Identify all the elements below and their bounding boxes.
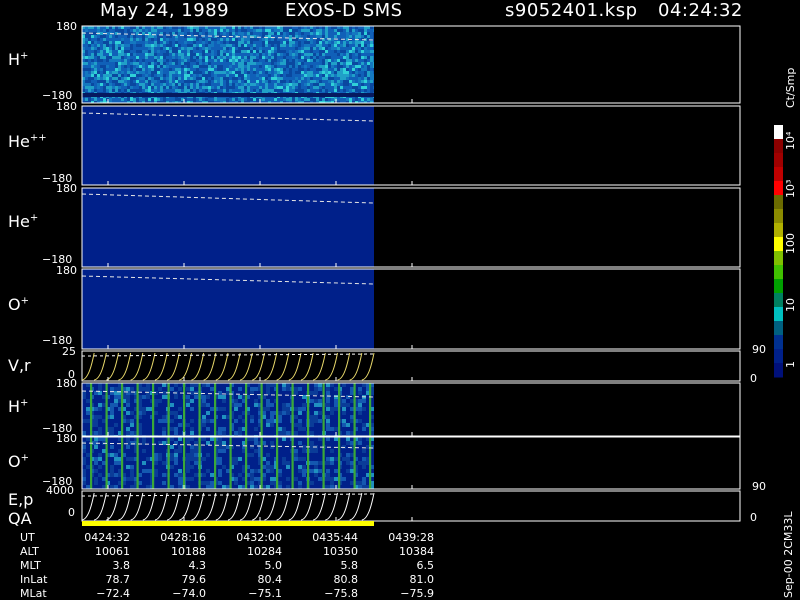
heatmap-cells-panel-3	[82, 188, 374, 267]
panel-1-dark-band	[82, 93, 374, 97]
ephem-alt-col-1: 10061	[95, 545, 130, 558]
colorbar-segment-9	[774, 237, 783, 252]
colorbar-segment-14	[774, 307, 783, 322]
ephem-ut-col-5: 0439:28	[388, 531, 434, 544]
sweep-curves-panel-5	[81, 352, 375, 381]
colorbar-segment-15	[774, 321, 783, 336]
ephem-ut-col-2: 0428:16	[160, 531, 206, 544]
colorbar-segment-12	[774, 279, 783, 294]
ephem-ut-col-3: 0432:00	[236, 531, 282, 544]
colorbar-segment-17	[774, 349, 783, 364]
tick-p8-top: 4000	[46, 484, 74, 497]
heatmap-cells-panel-2	[82, 106, 374, 185]
ephem-mlat-col-5: −75.9	[400, 587, 434, 600]
ephem-inlat-col-1: 78.7	[105, 573, 131, 586]
colorbar-label-1: 1	[784, 361, 797, 368]
right-tick-p8-bottom: 0	[750, 511, 757, 524]
colorbar-segment-10	[774, 251, 783, 266]
panel-label-6: H+	[8, 397, 29, 416]
tick-p3-top: 180	[56, 182, 77, 195]
spectrogram-plot	[81, 25, 783, 526]
ephem-label-ut: UT	[20, 531, 35, 544]
sweep-curves-panel-8	[81, 492, 375, 521]
ephem-inlat-col-2: 79.6	[181, 573, 207, 586]
ephem-mlt-col-3: 5.0	[264, 559, 283, 572]
heatmap-cells-panel-7	[82, 437, 374, 489]
panel-label-7: O+	[8, 452, 29, 471]
qa-bar	[82, 521, 374, 526]
ephem-label-alt: ALT	[20, 545, 39, 558]
panel-label-8: E,p	[8, 490, 34, 509]
colorbar-segment-2	[774, 139, 783, 154]
ephem-alt-col-4: 10350	[323, 545, 358, 558]
ephem-mlat-col-4: −75.8	[324, 587, 358, 600]
panel-label-8b: QA	[8, 509, 32, 528]
colorbar-label-10: 10	[784, 298, 797, 312]
ephem-label-inlat: InLat	[20, 573, 48, 586]
ephem-inlat-col-3: 80.4	[257, 573, 283, 586]
header-date: May 24, 1989	[100, 0, 230, 21]
ephem-mlat-col-2: −74.0	[172, 587, 206, 600]
colorbar-segment-3	[774, 153, 783, 168]
colorbar-segment-11	[774, 265, 783, 280]
ephem-mlt-col-2: 4.3	[188, 559, 207, 572]
colorbar-label-1e4: 10⁴	[784, 131, 797, 150]
header-filename: s9052401.ksp	[505, 0, 638, 21]
panel-label-2: He++	[8, 132, 47, 151]
heatmap-cells-panel-4	[82, 269, 374, 349]
ephem-alt-col-5: 10384	[399, 545, 434, 558]
panel-label-4: O+	[8, 295, 29, 314]
ephem-mlt-col-1: 3.8	[112, 559, 131, 572]
colorbar-label-100: 100	[784, 233, 797, 254]
ephem-ut-col-4: 0435:44	[312, 531, 358, 544]
ephem-inlat-col-5: 81.0	[409, 573, 435, 586]
ephem-mlt-col-5: 6.5	[416, 559, 435, 572]
ephem-mlat-col-1: −72.4	[96, 587, 130, 600]
ephem-alt-col-3: 10284	[247, 545, 282, 558]
ephem-alt-col-2: 10188	[171, 545, 206, 558]
colorbar-segment-13	[774, 293, 783, 308]
panel-label-5: V,r	[8, 356, 31, 375]
ephem-label-mlt: MLT	[20, 559, 41, 572]
ephem-label-mlat: MLat	[20, 587, 47, 600]
ephem-ut-col-1: 0424:32	[84, 531, 130, 544]
colorbar-segment-6	[774, 195, 783, 210]
right-tick-p8-top: 90	[752, 480, 766, 493]
ephem-mlat-col-3: −75.1	[248, 587, 282, 600]
colorbar-label-1e3: 10³	[784, 179, 797, 198]
colorbar-unit: Ct/Smp	[784, 67, 797, 108]
tick-p6-top: 180	[56, 377, 77, 390]
tick-p5-top: 25	[62, 345, 76, 358]
header-time: 04:24:32	[658, 0, 743, 21]
tick-p7-top: 180	[56, 432, 77, 445]
tick-p8-bottom: 0	[68, 506, 75, 519]
panel-label-3: He+	[8, 212, 39, 231]
heatmap-cells-panel-1	[82, 26, 374, 103]
tick-p2-top: 180	[56, 100, 77, 113]
heatmap-cells-panel-6	[82, 383, 374, 436]
header-instrument: EXOS-D SMS	[285, 0, 403, 21]
colorbar-segment-4	[774, 167, 783, 182]
right-tick-p5-top: 90	[752, 343, 766, 356]
colorbar-segment-16	[774, 335, 783, 350]
right-tick-p5-bottom: 0	[750, 372, 757, 385]
ephem-mlt-col-4: 5.8	[340, 559, 359, 572]
tick-p4-top: 180	[56, 264, 77, 277]
colorbar-segment-18	[774, 363, 783, 378]
colorbar-segment-8	[774, 223, 783, 238]
panel-label-1: H+	[8, 50, 29, 69]
ephem-inlat-col-4: 80.8	[333, 573, 359, 586]
colorbar-segment-7	[774, 209, 783, 224]
footer-note: Sep-00 2CM33L	[782, 511, 795, 599]
colorbar-segment-5	[774, 181, 783, 196]
tick-p1-top: 180	[56, 20, 77, 33]
colorbar-segment-1	[774, 125, 783, 140]
